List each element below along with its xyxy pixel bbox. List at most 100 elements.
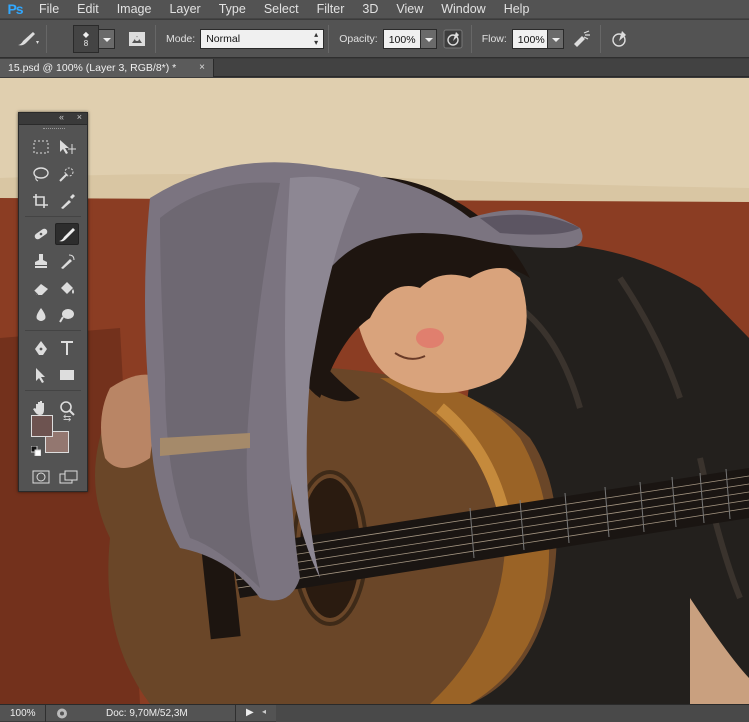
quick-selection-tool[interactable] — [55, 163, 79, 185]
collapse-panel-icon[interactable]: « — [59, 112, 64, 122]
brush-icon — [59, 227, 75, 241]
pen-pressure-size-icon — [612, 30, 626, 47]
opacity-label: Opacity: — [339, 32, 378, 45]
blur-tool[interactable] — [29, 304, 53, 326]
options-bar: ◆ 8 Mode: Normal ▴ ▾ Opacity: 100% Flow: … — [0, 20, 749, 58]
quick-mask-icon — [32, 470, 50, 483]
paint-bucket-icon — [61, 281, 74, 294]
paint-bucket-tool[interactable] — [55, 277, 79, 299]
pressure-size-button[interactable] — [605, 25, 633, 53]
bandage-icon — [34, 228, 48, 239]
history-brush-tool[interactable] — [55, 250, 79, 272]
menu-file[interactable]: File — [30, 0, 68, 19]
brush-preset-dropdown[interactable] — [99, 28, 115, 49]
document-tab-bar: 15.psd @ 100% (Layer 3, RGB/8*) * × — [0, 59, 749, 77]
airbrush-icon — [573, 29, 590, 47]
menu-bar: Ps File Edit Image Layer Type Select Fil… — [0, 0, 749, 19]
divider — [46, 24, 47, 53]
horizontal-scrollbar[interactable] — [276, 704, 749, 722]
menu-3d[interactable]: 3D — [353, 0, 387, 19]
rectangular-marquee-icon — [33, 140, 49, 153]
pen-tool[interactable] — [29, 337, 53, 359]
tools-panel: « × ⇆ — [18, 112, 88, 492]
divider — [25, 388, 81, 391]
close-panel-icon[interactable]: × — [77, 112, 82, 122]
opacity-input[interactable]: 100% — [382, 28, 421, 49]
foreground-color-swatch[interactable] — [31, 415, 53, 437]
menu-edit[interactable]: Edit — [68, 0, 108, 19]
updown-icon: ▴ ▾ — [314, 29, 319, 47]
close-tab-icon[interactable]: × — [199, 59, 205, 77]
mode-label: Mode: — [166, 32, 196, 45]
quick-selection-icon — [59, 167, 74, 182]
menu-type[interactable]: Type — [210, 0, 255, 19]
marquee-tool[interactable] — [29, 136, 53, 158]
scroll-left-icon[interactable]: ◂ — [262, 707, 266, 716]
opacity-slider-button[interactable] — [420, 28, 437, 49]
crop-icon — [33, 193, 48, 208]
arrow-cursor-icon — [36, 367, 45, 383]
document-canvas[interactable] — [0, 78, 749, 704]
move-tool[interactable] — [55, 136, 79, 158]
quick-mask-button[interactable] — [29, 466, 53, 488]
divider — [470, 24, 472, 53]
mode-value: Normal — [206, 32, 241, 45]
airbrush-button[interactable] — [568, 25, 596, 53]
divider — [599, 24, 601, 53]
photoshop-logo: Ps — [7, 1, 23, 17]
water-drop-icon — [36, 307, 46, 321]
menu-view[interactable]: View — [387, 0, 432, 19]
status-menu-arrow-icon[interactable]: ▶ — [246, 707, 254, 718]
screen-mode-button[interactable] — [57, 466, 81, 488]
eraser-icon — [33, 283, 48, 295]
panel-grip[interactable] — [19, 125, 87, 133]
flow-input[interactable]: 100% — [511, 28, 548, 49]
brush-preset-picker[interactable]: ◆ 8 — [73, 24, 99, 53]
tools-panel-header[interactable]: « × — [19, 112, 87, 125]
menu-window[interactable]: Window — [432, 0, 494, 19]
eyedropper-icon — [61, 193, 75, 209]
document-info: Doc: 9,70M/52,3M — [46, 704, 236, 722]
hand-icon — [33, 400, 44, 415]
divider — [328, 24, 330, 53]
move-icon — [60, 139, 76, 154]
menu-filter[interactable]: Filter — [308, 0, 354, 19]
menu-layer[interactable]: Layer — [160, 0, 209, 19]
dodge-tool[interactable] — [55, 304, 79, 326]
eraser-tool[interactable] — [29, 277, 53, 299]
healing-brush-tool[interactable] — [29, 223, 53, 245]
brush-tool[interactable] — [55, 222, 79, 245]
divider — [25, 328, 81, 331]
document-tab[interactable]: 15.psd @ 100% (Layer 3, RGB/8*) * × — [0, 59, 214, 77]
type-tool[interactable] — [55, 337, 79, 359]
pen-icon — [35, 340, 47, 355]
default-colors-icon[interactable] — [30, 445, 42, 457]
camera-icon — [57, 708, 67, 719]
menu-select[interactable]: Select — [255, 0, 308, 19]
brush-icon — [18, 31, 39, 45]
clone-stamp-tool[interactable] — [29, 250, 53, 272]
path-selection-tool[interactable] — [29, 364, 53, 386]
menu-help[interactable]: Help — [495, 0, 539, 19]
divider — [25, 214, 81, 217]
stamp-icon — [35, 253, 47, 268]
lasso-tool[interactable] — [29, 163, 53, 185]
tool-preset-picker[interactable] — [14, 25, 42, 53]
default-colors-squares — [30, 445, 42, 457]
export-icon[interactable] — [56, 708, 68, 722]
crop-tool[interactable] — [29, 190, 53, 212]
toggle-brush-panel-button[interactable] — [123, 25, 151, 53]
flow-slider-button[interactable] — [547, 28, 564, 49]
flow-label: Flow: — [481, 32, 507, 45]
rectangle-icon — [60, 369, 74, 380]
document-tab-title: 15.psd @ 100% (Layer 3, RGB/8*) * — [8, 62, 177, 74]
brush-panel-icon — [129, 31, 145, 46]
eyedropper-tool[interactable] — [55, 190, 79, 212]
pressure-opacity-button[interactable] — [439, 25, 467, 53]
mode-select[interactable]: Normal ▴ ▾ — [200, 28, 325, 49]
swap-colors-icon[interactable]: ⇆ — [63, 413, 71, 424]
rectangle-tool[interactable] — [55, 364, 79, 386]
zoom-level[interactable]: 100% — [0, 704, 46, 722]
painting-artwork — [0, 78, 749, 704]
menu-image[interactable]: Image — [108, 0, 161, 19]
